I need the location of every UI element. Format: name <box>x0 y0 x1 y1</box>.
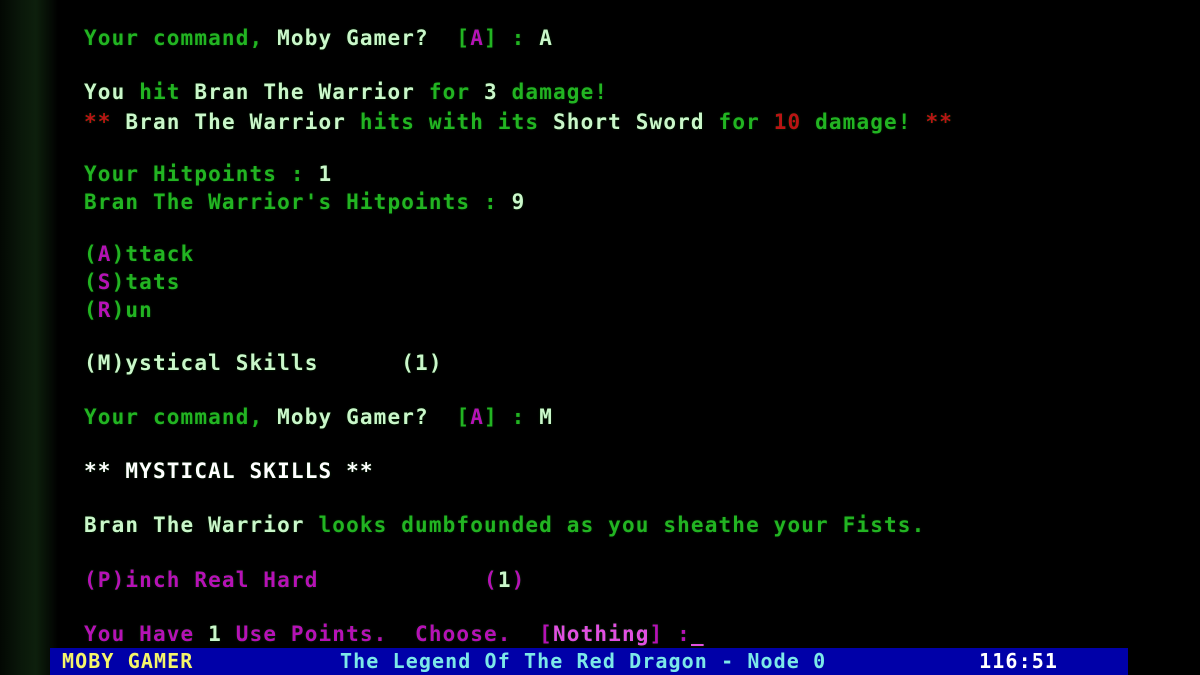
menu-item-attack[interactable]: (A)ttack <box>84 242 194 266</box>
attack-damage-value: 3 <box>484 80 498 104</box>
use-points-value: 1 <box>208 622 222 646</box>
menu-mystical-count: (1) <box>401 351 443 375</box>
menu-stats-label: tats <box>125 270 181 294</box>
skill-pinch-paren-close: ) <box>511 568 526 592</box>
menu-attack-paren-close: ) <box>111 242 126 266</box>
enemy-weapon: Short Sword <box>553 110 705 134</box>
prompt-default-key-2: A <box>470 405 485 429</box>
menu-run-key: R <box>97 298 112 322</box>
menu-item-run[interactable]: (R)un <box>84 298 153 322</box>
menu-attack-paren-open: ( <box>84 242 98 266</box>
prompt-bracket-open-1: [ <box>428 26 471 50</box>
player-hitpoints-line: Your Hitpoints : 1 <box>84 162 332 186</box>
menu-stats-key: S <box>97 270 112 294</box>
use-points-default-choice: Nothing <box>552 622 650 646</box>
use-points-suffix: ] : <box>649 622 691 646</box>
menu-stats-paren-close: ) <box>111 270 126 294</box>
enemy-stars-right: ** <box>911 110 954 134</box>
prompt-player-1: Moby Gamer? <box>277 26 429 50</box>
prompt-bracket-close-2: ] : <box>484 405 540 429</box>
menu-attack-label: ttack <box>125 242 195 266</box>
skill-pinch-paren-open: ( <box>484 568 498 592</box>
attack-for-word: for <box>415 80 485 104</box>
menu-run-paren-close: ) <box>111 298 126 322</box>
dumbfounded-line: Bran The Warrior looks dumbfounded as yo… <box>84 513 925 537</box>
prompt-input-2: M <box>539 405 554 429</box>
prompt-default-key-1: A <box>470 26 485 50</box>
command-prompt-line-1: Your command, Moby Gamer? [A] : A <box>84 26 553 50</box>
enemy-hitpoints-label: Bran The Warrior's Hitpoints : <box>84 190 512 214</box>
terminal-screen: Your command, Moby Gamer? [A] : A You hi… <box>0 0 1200 675</box>
player-hitpoints-label: Your Hitpoints : <box>84 162 319 186</box>
command-prompt-line-2: Your command, Moby Gamer? [A] : M <box>84 405 553 429</box>
enemy-attack-line: ** Bran The Warrior hits with its Short … <box>84 110 953 134</box>
dumbfounded-monster-name: Bran The Warrior <box>84 513 305 537</box>
skill-pinch-count: 1 <box>497 568 512 592</box>
enemy-verb: hits with its <box>346 110 553 134</box>
skill-option-pinch-real-hard[interactable]: (P)inch Real Hard (1) <box>84 568 525 592</box>
dumbfounded-text: looks dumbfounded as you sheathe your Fi… <box>304 513 926 537</box>
crt-left-bezel <box>0 0 58 675</box>
enemy-damage-value: 10 <box>773 110 802 134</box>
menu-item-mystical-skills[interactable]: (M)ystical Skills (1) <box>84 351 443 375</box>
attack-damage-word: damage! <box>497 80 609 104</box>
enemy-name: Bran The Warrior <box>125 110 347 134</box>
prompt-label-1: Your command, <box>84 26 278 50</box>
menu-run-label: un <box>125 298 153 322</box>
enemy-hitpoints-line: Bran The Warrior's Hitpoints : 9 <box>84 190 525 214</box>
skill-pinch-spacer <box>318 568 484 592</box>
status-user-name: MOBY GAMER <box>62 649 194 673</box>
player-attack-line: You hit Bran The Warrior for 3 damage! <box>84 80 608 104</box>
skill-pinch-label: (P)inch Real Hard <box>84 568 319 592</box>
text-cursor: _ <box>690 622 705 646</box>
attack-you-word: You <box>84 80 140 104</box>
menu-mystical-label: (M)ystical Skills <box>84 351 319 375</box>
mystical-skills-header-text: ** MYSTICAL SKILLS ** <box>84 459 374 483</box>
prompt-label-2: Your command, <box>84 405 278 429</box>
menu-stats-paren-open: ( <box>84 270 98 294</box>
prompt-bracket-close-1: ] : <box>484 26 540 50</box>
bbs-terminal-output[interactable]: Your command, Moby Gamer? [A] : A You hi… <box>58 0 1200 675</box>
use-points-prompt[interactable]: You Have 1 Use Points. Choose. [Nothing]… <box>84 622 705 646</box>
prompt-input-1: A <box>539 26 554 50</box>
use-points-middle: Use Points. Choose. [ <box>221 622 553 646</box>
enemy-damage-word: damage! <box>801 110 912 134</box>
bbs-status-bar: MOBY GAMER The Legend Of The Red Dragon … <box>50 648 1128 675</box>
mystical-skills-header: ** MYSTICAL SKILLS ** <box>84 459 374 483</box>
status-game-title: The Legend Of The Red Dragon - Node 0 <box>340 649 827 673</box>
prompt-bracket-open-2: [ <box>428 405 471 429</box>
menu-mystical-spacer <box>318 351 401 375</box>
menu-attack-key: A <box>97 242 112 266</box>
menu-item-stats[interactable]: (S)tats <box>84 270 181 294</box>
attack-verb: hit <box>139 80 195 104</box>
prompt-player-2: Moby Gamer? <box>277 405 429 429</box>
use-points-prefix: You Have <box>84 622 209 646</box>
attack-monster-name: Bran The Warrior <box>194 80 416 104</box>
enemy-stars-left: ** <box>84 110 126 134</box>
status-time-remaining: 116:51 <box>979 649 1058 673</box>
enemy-hitpoints-value: 9 <box>511 190 526 214</box>
enemy-for-word: for <box>704 110 774 134</box>
player-hitpoints-value: 1 <box>318 162 333 186</box>
menu-run-paren-open: ( <box>84 298 98 322</box>
